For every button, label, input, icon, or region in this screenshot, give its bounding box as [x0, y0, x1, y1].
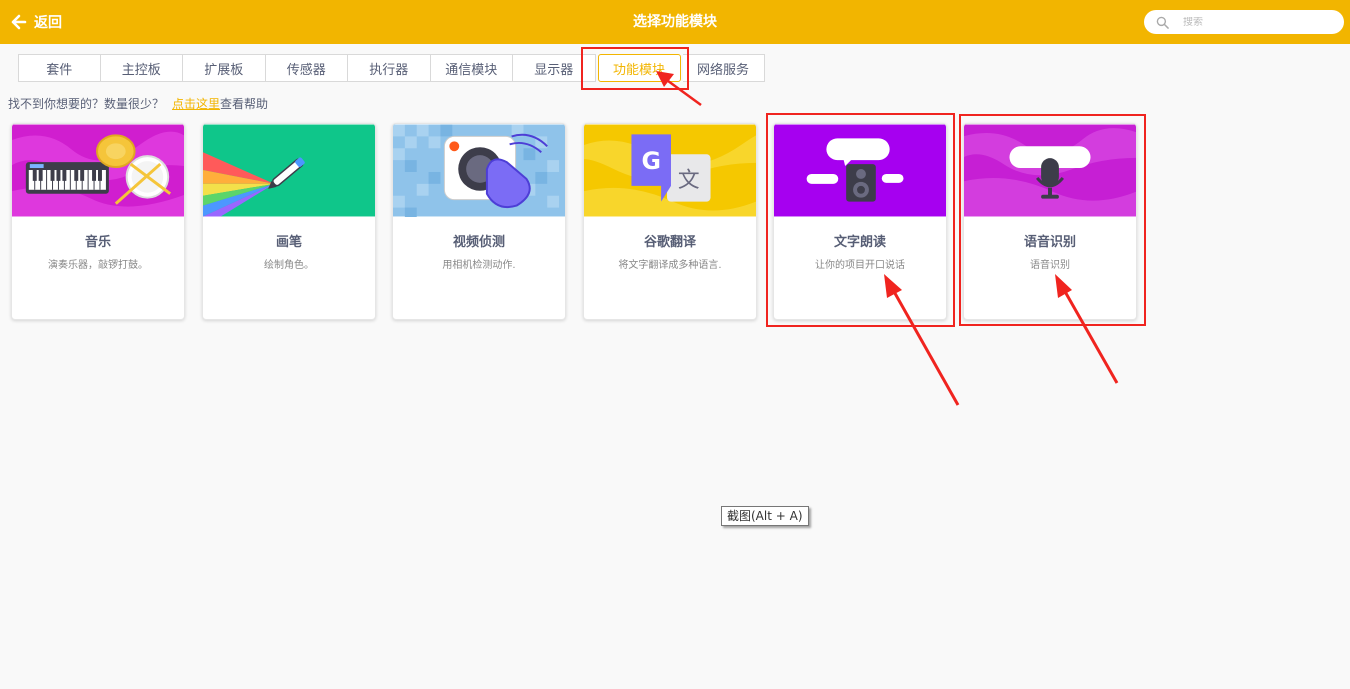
tab-function-modules[interactable]: 功能模块: [597, 54, 681, 82]
card-description: 绘制角色。: [264, 260, 314, 271]
card-title: 谷歌翻译: [643, 235, 696, 250]
back-label: 返回: [34, 15, 62, 31]
extension-card-text-to-speech[interactable]: 文字朗读 让你的项目开口说话: [773, 123, 947, 320]
pen-thumbnail: [203, 124, 375, 217]
text-to-speech-icon: [774, 124, 946, 217]
card-title: 语音识别: [1023, 235, 1076, 250]
tab-expansion-board[interactable]: 扩展板: [183, 54, 266, 82]
back-button[interactable]: 返回: [10, 0, 62, 44]
tab-mainboard[interactable]: 主控板: [100, 54, 183, 82]
tab-sensors[interactable]: 传感器: [265, 54, 348, 82]
pen-icon: [203, 124, 375, 217]
text-to-speech-thumbnail: [774, 124, 946, 217]
card-description: 将文字翻译成多种语言.: [618, 260, 722, 271]
music-thumbnail: [12, 124, 184, 217]
extension-card-speech-recognition[interactable]: 语音识别 语音识别: [963, 123, 1137, 320]
speech-recognition-icon: [964, 124, 1136, 217]
card-description: 让你的项目开口说话: [815, 260, 905, 271]
help-text: 找不到你想要的？数量很少？ 点击这里查看帮助: [8, 95, 268, 112]
video-sensing-thumbnail: [393, 124, 565, 217]
card-title: 视频侦测: [452, 235, 505, 250]
translate-icon: 文 G: [584, 124, 756, 217]
help-link[interactable]: 点击这里: [172, 97, 220, 111]
tab-network-services[interactable]: 网络服务: [682, 54, 765, 82]
screenshot-tooltip: 截图(Alt + A): [721, 506, 809, 526]
card-description: 演奏乐器，敲锣打鼓。: [48, 260, 148, 271]
tab-actuators[interactable]: 执行器: [348, 54, 431, 82]
card-title: 文字朗读: [833, 235, 886, 250]
category-tabs: 套件 主控板 扩展板 传感器 执行器 通信模块 显示器 功能模块 网络服务: [18, 54, 765, 82]
top-bar: 返回 选择功能模块: [0, 0, 1350, 44]
card-title: 画笔: [275, 235, 302, 250]
back-arrow-icon: [11, 14, 27, 30]
tab-display[interactable]: 显示器: [513, 54, 596, 82]
extension-card-pen[interactable]: 画笔 绘制角色。: [202, 123, 376, 320]
music-icon: [12, 124, 184, 217]
tab-kit[interactable]: 套件: [18, 54, 101, 82]
search-input[interactable]: [1183, 16, 1333, 28]
extension-card-music[interactable]: 音乐 演奏乐器，敲锣打鼓。: [11, 123, 185, 320]
speech-recognition-thumbnail: [964, 124, 1136, 217]
video-sensing-icon: [393, 124, 565, 217]
translate-thumbnail: 文 G: [584, 124, 756, 217]
extension-card-video-sensing[interactable]: 视频侦测 用相机检测动作.: [392, 123, 566, 320]
card-title: 音乐: [84, 235, 111, 250]
card-description: 语音识别: [1030, 260, 1070, 271]
search-icon: [1156, 16, 1169, 29]
tab-communication[interactable]: 通信模块: [430, 54, 513, 82]
svg-text:文: 文: [678, 168, 700, 193]
help-prefix: 找不到你想要的？数量很少？: [8, 97, 165, 111]
extension-card-translate[interactable]: 文 G 谷歌翻译 将文字翻译成多种语言.: [583, 123, 757, 320]
help-suffix: 查看帮助: [220, 97, 269, 111]
card-description: 用相机检测动作.: [442, 260, 516, 271]
svg-text:G: G: [641, 147, 660, 175]
search-box[interactable]: [1144, 10, 1344, 34]
